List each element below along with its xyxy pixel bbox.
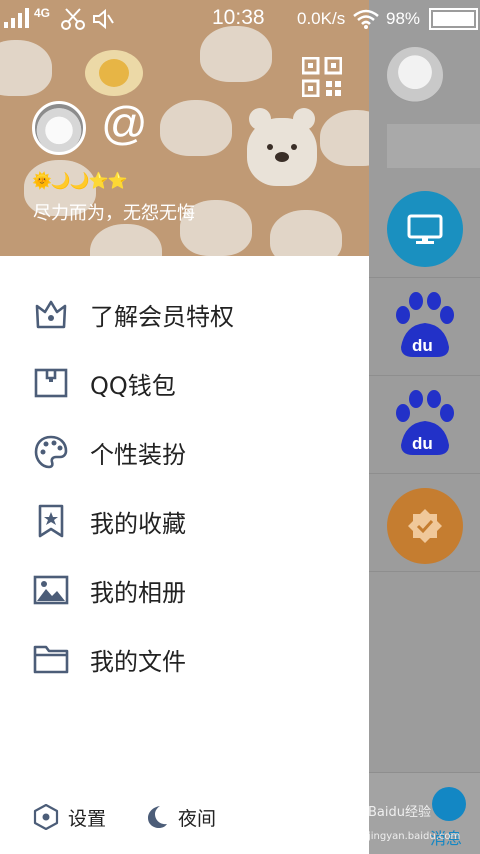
menu-item-label: 我的收藏: [90, 510, 186, 538]
wallet-icon: [34, 368, 68, 398]
settings-button[interactable]: 设置: [33, 802, 123, 832]
background-list-item[interactable]: [368, 474, 480, 572]
background-search-bar[interactable]: [387, 124, 480, 168]
header-pattern: [85, 50, 143, 96]
status-bar: 4G 10:38 0.0K/s 98%: [0, 0, 480, 36]
header-pattern: [320, 110, 369, 166]
photo-icon: [33, 575, 69, 605]
menu-item-label: 我的文件: [90, 648, 186, 676]
baidu-paw-icon: du: [396, 390, 454, 455]
background-list-item[interactable]: du: [368, 278, 480, 376]
side-drawer: @ 🌞🌙🌙⭐⭐ 尽力而为，无怨无悔 了解会员特权 QQ钱包 个性装扮 我的收藏 …: [0, 0, 369, 854]
drawer-footer: 设置 夜间: [0, 790, 369, 840]
message-tab-icon[interactable]: [432, 787, 466, 821]
menu-item-vip[interactable]: 了解会员特权: [0, 279, 369, 348]
palette-icon: [34, 435, 68, 469]
header-pattern: [0, 40, 52, 96]
menu-item-favorites[interactable]: 我的收藏: [0, 486, 369, 555]
profile-signature[interactable]: 尽力而为，无怨无悔: [33, 199, 195, 225]
network-type: 4G: [34, 6, 51, 20]
profile-name[interactable]: @: [101, 96, 148, 150]
profile-header: @ 🌞🌙🌙⭐⭐ 尽力而为，无怨无悔: [0, 0, 369, 256]
drawer-menu: 了解会员特权 QQ钱包 个性装扮 我的收藏 我的相册 我的文件: [0, 279, 369, 693]
monitor-icon: [387, 191, 463, 267]
settings-icon: [33, 804, 59, 830]
battery-level: 98%: [386, 9, 421, 28]
night-mode-label: 夜间: [178, 808, 217, 830]
background-avatar[interactable]: [387, 47, 443, 103]
level-badges[interactable]: 🌞🌙🌙⭐⭐: [32, 171, 128, 190]
svg-text:du: du: [412, 434, 433, 453]
header-pattern: [160, 100, 232, 156]
menu-item-label: 个性装扮: [90, 441, 186, 469]
header-pattern: [270, 210, 342, 256]
menu-item-wallet[interactable]: QQ钱包: [0, 348, 369, 417]
header-pattern: [247, 108, 317, 186]
crown-icon: [35, 300, 67, 329]
menu-item-label: QQ钱包: [90, 372, 176, 400]
header-pattern: [90, 224, 162, 256]
watermark: Baidu经验: [368, 805, 431, 820]
menu-item-album[interactable]: 我的相册: [0, 555, 369, 624]
mute-icon: [93, 8, 114, 30]
clock: 10:38: [212, 6, 265, 29]
bookmark-star-icon: [38, 504, 64, 538]
cut-icon: [61, 8, 85, 30]
battery-icon: [429, 8, 478, 30]
signal-icon: [4, 8, 29, 28]
qr-code-icon[interactable]: [301, 56, 343, 98]
wifi-icon: [353, 9, 379, 29]
menu-item-label: 了解会员特权: [90, 303, 234, 331]
background-list-item[interactable]: du: [368, 376, 480, 474]
menu-item-theme[interactable]: 个性装扮: [0, 417, 369, 486]
folder-icon: [33, 645, 69, 674]
background-list-item[interactable]: [368, 180, 480, 278]
night-mode-button[interactable]: 夜间: [143, 802, 233, 832]
menu-item-files[interactable]: 我的文件: [0, 624, 369, 693]
svg-text:du: du: [412, 336, 433, 355]
background-tab-bar: 消息 Baidu经验 jingyan.baidu.com: [368, 772, 480, 854]
moon-icon: [148, 806, 167, 828]
settings-label: 设置: [68, 808, 107, 830]
avatar[interactable]: [32, 101, 86, 155]
verified-badge-icon: [387, 488, 463, 564]
background-content: du du 消息 Baidu经验 jingyan.baidu.com: [368, 0, 480, 854]
watermark-url: jingyan.baidu.com: [368, 831, 461, 842]
network-speed: 0.0K/s: [297, 9, 346, 28]
baidu-paw-icon: du: [396, 292, 454, 357]
menu-item-label: 我的相册: [90, 579, 186, 607]
